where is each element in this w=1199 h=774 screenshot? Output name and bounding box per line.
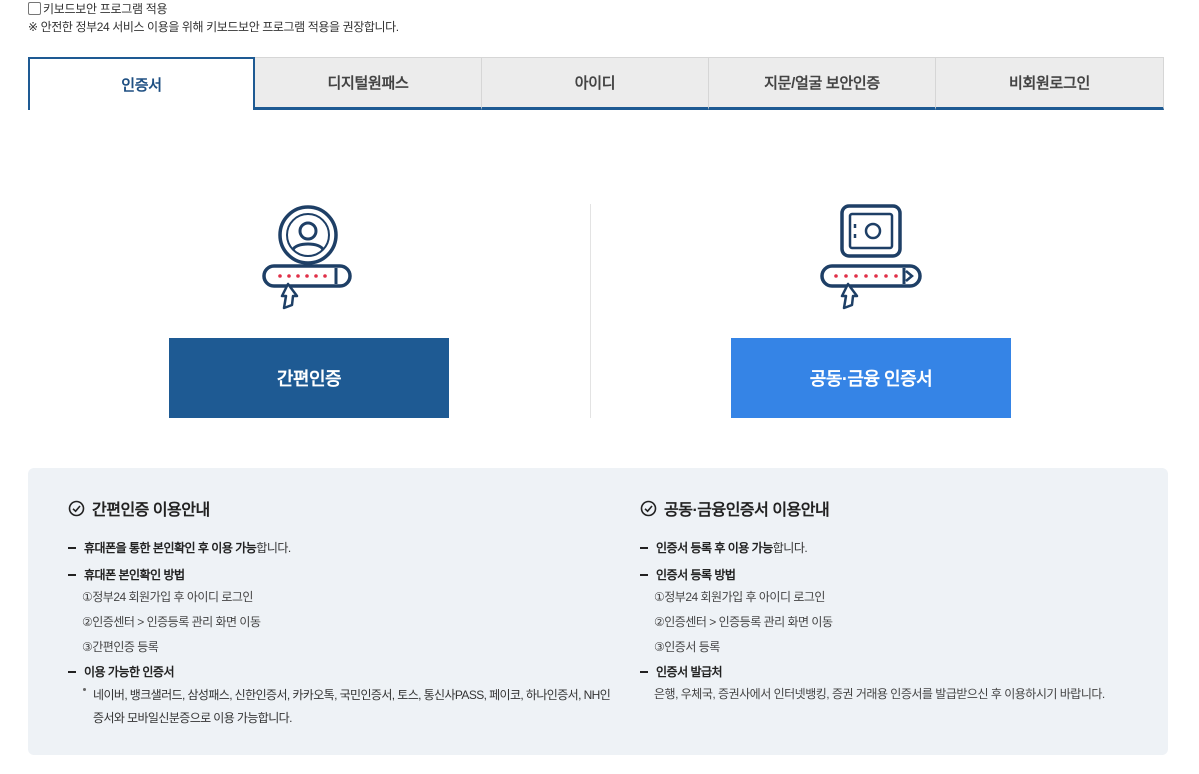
user-password-icon	[262, 204, 354, 312]
guide-title-text: 공동·금융인증서 이용안내	[664, 502, 830, 519]
list-item-bold: 휴대폰 본인확인 방법	[84, 568, 185, 582]
step-item: ①정부24 회원가입 후 아이디 로그인	[654, 590, 825, 604]
dash-bullet	[640, 670, 648, 673]
step-item: ③간편인증 등록	[82, 640, 159, 654]
tab-digital-onepass[interactable]: 디지털원패스	[255, 57, 482, 110]
list-item: 휴대폰 본인확인 방법	[68, 566, 185, 583]
keyboard-security-row: 키보드보안 프로그램 적용	[28, 0, 168, 17]
tab-id[interactable]: 아이디	[482, 57, 709, 110]
keyboard-security-checkbox[interactable]	[28, 1, 41, 15]
list-item-bold: 인증서 발급처	[656, 665, 723, 679]
list-item-bold: 인증서 등록 방법	[656, 568, 736, 582]
list-item: 인증서 발급처	[640, 663, 723, 680]
step-item: ③인증서 등록	[654, 640, 720, 654]
dash-bullet	[68, 573, 76, 576]
list-item-bold: 휴대폰을 통한 본인확인 후 이용 가능	[84, 541, 257, 555]
keyboard-security-label[interactable]: 키보드보안 프로그램 적용	[43, 0, 168, 17]
joint-certificate-button[interactable]: 공동·금융 인증서	[731, 338, 1011, 418]
safe-password-icon	[820, 204, 924, 312]
dash-bullet	[68, 670, 76, 673]
check-circle-icon	[68, 500, 85, 516]
guide-title-text: 간편인증 이용안내	[92, 502, 210, 519]
keyboard-security-notice: ※ 안전한 정부24 서비스 이용을 위해 키보드보안 프로그램 적용을 권장합…	[28, 20, 399, 34]
list-item: 이용 가능한 인증서	[68, 663, 175, 680]
check-circle-icon	[640, 500, 657, 516]
list-item: 인증서 등록 방법	[640, 566, 736, 583]
list-item: 휴대폰을 통한 본인확인 후 이용 가능 합니다.	[68, 539, 291, 556]
tab-biometric[interactable]: 지문/얼굴 보안인증	[709, 57, 936, 110]
dot-bullet	[83, 688, 86, 691]
list-item-text: 합니다.	[772, 541, 808, 555]
list-item: 인증서 등록 후 이용 가능 합니다.	[640, 539, 808, 556]
list-item-bold: 이용 가능한 인증서	[84, 665, 175, 679]
usage-guide-panel: 간편인증 이용안내 휴대폰을 통한 본인확인 후 이용 가능 합니다. 휴대폰 …	[28, 468, 1168, 755]
step-item: ②인증센터 > 인증등록 관리 화면 이동	[82, 615, 261, 629]
login-method-tabs: 인증서 디지털원패스 아이디 지문/얼굴 보안인증 비회원로그인	[28, 57, 1164, 110]
list-item-bold: 인증서 등록 후 이용 가능	[656, 541, 773, 555]
issuer-text: 은행, 우체국, 증권사에서 인터넷뱅킹, 증권 거래용 인증서를 발급받으신 …	[654, 687, 1105, 701]
dash-bullet	[640, 546, 648, 549]
dash-bullet	[640, 573, 648, 576]
options-divider	[590, 204, 591, 418]
simple-auth-guide-title: 간편인증 이용안내	[68, 496, 210, 520]
step-item: ②인증센터 > 인증등록 관리 화면 이동	[654, 615, 833, 629]
list-item-text: 합니다.	[256, 541, 291, 555]
step-item: ①정부24 회원가입 후 아이디 로그인	[82, 590, 253, 604]
joint-certificate-guide-title: 공동·금융인증서 이용안내	[640, 496, 830, 520]
simple-auth-button[interactable]: 간편인증	[169, 338, 449, 418]
dash-bullet	[68, 546, 76, 549]
tab-certificate[interactable]: 인증서	[28, 57, 255, 110]
tab-non-member[interactable]: 비회원로그인	[936, 57, 1164, 110]
